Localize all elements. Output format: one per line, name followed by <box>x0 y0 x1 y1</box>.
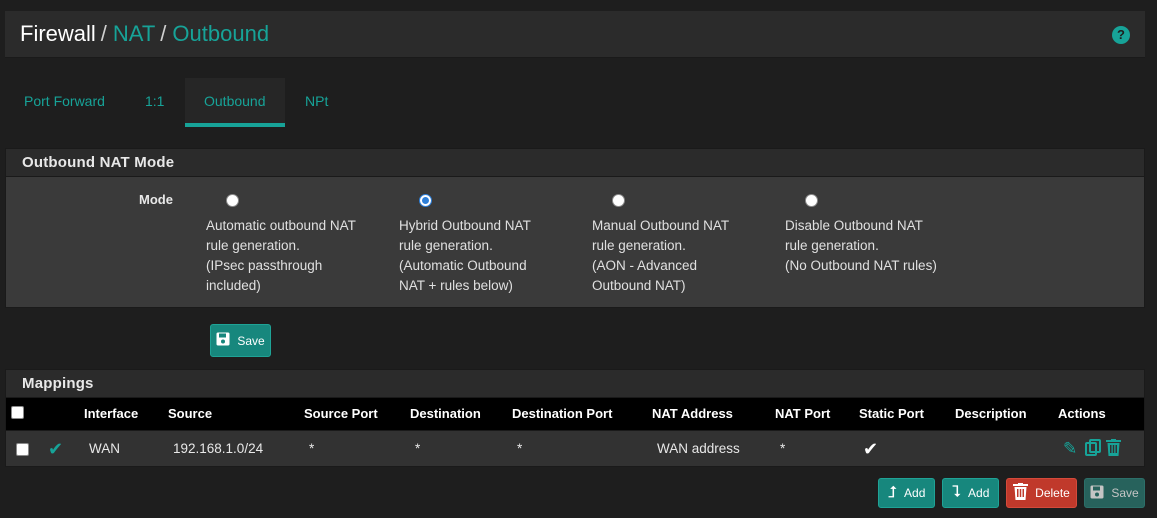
save-mode-button[interactable]: Save <box>210 324 271 357</box>
mappings-table: Interface Source Source Port Destination… <box>6 398 1144 467</box>
mappings-panel: Mappings Interface Source Source Port De… <box>5 369 1145 467</box>
column-actions: Actions <box>1058 406 1106 421</box>
mode-option-label: Automatic outbound NAT rule generation. … <box>206 218 356 293</box>
table-row[interactable]: ✔ WAN 192.168.1.0/24 * * * WAN address *… <box>6 430 1144 466</box>
select-all-checkbox[interactable] <box>11 406 24 419</box>
mode-label: Mode <box>139 192 173 207</box>
add-bottom-button-label: Add <box>968 486 990 500</box>
column-static-port[interactable]: Static Port <box>859 398 924 430</box>
add-top-button[interactable]: ⮥ Add <box>878 478 935 508</box>
column-description[interactable]: Description <box>955 398 1027 430</box>
delete-button[interactable]: Delete <box>1006 478 1077 508</box>
add-bottom-button[interactable]: ⮧ Add <box>942 478 999 508</box>
static-port-check-icon: ✔ <box>863 439 879 459</box>
column-interface[interactable]: Interface <box>84 398 138 430</box>
trash-icon[interactable] <box>1106 439 1121 460</box>
copy-icon[interactable] <box>1085 439 1101 460</box>
add-top-button-label: Add <box>904 486 926 500</box>
radio-manual[interactable] <box>612 194 625 207</box>
cell-destination: * <box>415 441 421 456</box>
panel-title: Outbound NAT Mode <box>6 149 1144 177</box>
save-mode-button-label: Save <box>237 333 265 348</box>
cell-nat-port: * <box>780 441 786 456</box>
breadcrumb: Firewall / NAT / Outbound <box>20 21 269 47</box>
breadcrumb-separator: / <box>100 21 107 46</box>
page-header: Firewall / NAT / Outbound ? <box>5 11 1145 58</box>
save-mappings-button[interactable]: Save <box>1084 478 1145 508</box>
panel-title: Mappings <box>6 370 1144 398</box>
column-destination[interactable]: Destination <box>410 398 481 430</box>
delete-button-label: Delete <box>1035 486 1070 500</box>
arrow-turn-down-icon: ⮧ <box>951 484 962 501</box>
breadcrumb-outbound-link[interactable]: Outbound <box>172 21 269 46</box>
cell-source: 192.168.1.0/24 <box>173 441 264 456</box>
breadcrumb-separator: / <box>160 21 167 46</box>
breadcrumb-nat-link[interactable]: NAT <box>113 21 155 46</box>
column-source[interactable]: Source <box>168 398 212 430</box>
floppy-disk-icon <box>1090 485 1104 502</box>
cell-destination-port: * <box>517 441 523 456</box>
mode-option-label: Hybrid Outbound NAT rule generation. (Au… <box>399 218 531 293</box>
outbound-nat-mode-panel: Outbound NAT Mode Mode Automatic outboun… <box>5 148 1145 308</box>
save-mappings-button-label: Save <box>1111 486 1139 500</box>
radio-disable[interactable] <box>805 194 818 207</box>
column-destination-port[interactable]: Destination Port <box>512 398 612 430</box>
radio-automatic[interactable] <box>226 194 239 207</box>
cell-nat-address: WAN address <box>657 441 740 456</box>
cell-interface: WAN <box>89 441 120 456</box>
help-icon[interactable]: ? <box>1112 26 1130 44</box>
tab-one-to-one[interactable]: 1:1 <box>126 78 183 127</box>
enabled-check-icon[interactable]: ✔ <box>48 431 63 467</box>
column-nat-address[interactable]: NAT Address <box>652 398 733 430</box>
edit-pencil-icon[interactable]: ✎ <box>1063 440 1077 458</box>
row-select-checkbox[interactable] <box>16 443 29 456</box>
column-source-port[interactable]: Source Port <box>304 398 378 430</box>
mode-option-label: Manual Outbound NAT rule generation. (AO… <box>592 218 730 293</box>
breadcrumb-firewall: Firewall <box>20 21 96 46</box>
floppy-disk-icon <box>216 332 230 349</box>
cell-source-port: * <box>309 441 315 456</box>
column-nat-port[interactable]: NAT Port <box>775 398 830 430</box>
tab-port-forward[interactable]: Port Forward <box>5 78 124 127</box>
tab-npt[interactable]: NPt <box>286 78 347 127</box>
arrow-turn-up-icon: ⮥ <box>887 484 898 501</box>
tab-outbound[interactable]: Outbound <box>185 78 285 127</box>
mode-option-label: Disable Outbound NAT rule generation. (N… <box>785 218 937 273</box>
table-header: Interface Source Source Port Destination… <box>6 398 1144 430</box>
trash-icon <box>1013 483 1029 503</box>
mode-panel-body: Mode Automatic outbound NAT rule generat… <box>6 177 1144 307</box>
radio-hybrid[interactable] <box>419 194 432 207</box>
